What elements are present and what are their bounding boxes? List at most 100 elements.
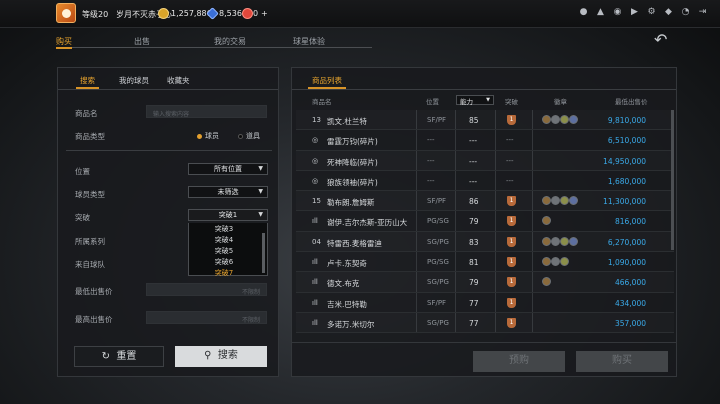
medal-icon — [551, 236, 560, 246]
min-price-input[interactable]: 不限制 — [146, 283, 267, 296]
shield-icon[interactable]: ◆ — [663, 6, 674, 19]
gold-coin-icon — [158, 8, 169, 19]
people-icon[interactable]: ◉ — [612, 6, 623, 19]
tab-star-experience[interactable]: 球星体验 — [293, 34, 325, 48]
table-row[interactable]: 15 勒布朗.詹姆斯 SF/PF 86 1 11,300,000 — [296, 191, 674, 212]
row-ability: 79 — [469, 278, 479, 288]
row-position: --- — [427, 176, 435, 185]
player-type-select[interactable]: 未筛选 ▼ — [188, 186, 268, 198]
gear-icon[interactable]: ⚙ — [646, 6, 657, 19]
preorder-button[interactable]: 预购 — [473, 351, 565, 372]
table-row[interactable]: ıll 德文.布克 SG/PG 79 1 466,000 — [296, 272, 674, 293]
col-name[interactable]: 商品名 — [312, 96, 332, 106]
row-name: 死神降临(碎片) — [327, 157, 378, 167]
breakthrough-badge-icon: 1 — [507, 277, 516, 288]
back-arrow-icon[interactable]: ↶ — [654, 30, 678, 49]
table-row[interactable]: 04 特雷西.麦格雷迪 SG/PG 83 1 6,270,000 — [296, 232, 674, 253]
type-player-label: 球员 — [205, 132, 219, 140]
table-row[interactable]: 13 凯文.杜兰特 SF/PF 85 1 9,810,000 — [296, 110, 674, 131]
table-row[interactable]: ◎ 狼族领袖(碎片) --- --- --- 1,680,000 — [296, 171, 674, 192]
medal-icon — [542, 196, 551, 206]
row-position: --- — [427, 156, 435, 165]
item-name-input[interactable]: 输入搜索内容 — [146, 105, 267, 118]
main-tabs: 购买 出售 我的交易 球星体验 — [56, 34, 372, 49]
medal-icon — [560, 236, 569, 246]
product-table: 13 凯文.杜兰特 SF/PF 85 1 9,810,000 ◎ 雷霆万钧(碎片) --- ---… — [296, 110, 674, 334]
table-row[interactable]: ◎ 雷霆万钧(碎片) --- --- --- 6,510,000 — [296, 130, 674, 151]
row-name: 德文.布克 — [327, 279, 360, 289]
type-player-radio[interactable]: 球员 — [197, 131, 219, 141]
breakthrough-badge-icon: 1 — [507, 115, 516, 125]
divider — [66, 150, 272, 151]
search-button[interactable]: ⚲ 搜索 — [175, 346, 267, 367]
table-row[interactable]: ıll 多诺万.米切尔 SG/PG 77 1 357,000 — [296, 313, 674, 334]
tab-my-trades[interactable]: 我的交易 — [214, 34, 246, 48]
table-row[interactable]: ıll 吉米.巴特勒 SF/PF 77 1 434,000 — [296, 293, 674, 313]
row-prefix: ◎ — [312, 136, 319, 145]
dropdown-option[interactable]: 突破3 — [189, 224, 259, 234]
row-ability: --- — [469, 136, 478, 146]
row-price: 1,090,000 — [607, 258, 646, 268]
subtab-my-players[interactable]: 我的球员 — [119, 75, 149, 86]
row-position: PG/SG — [427, 217, 449, 226]
col-position[interactable]: 位置 — [426, 96, 439, 106]
product-list-scrollbar[interactable] — [671, 110, 674, 250]
row-ability: --- — [469, 176, 478, 186]
medal-icon — [569, 196, 578, 206]
col-ability: 能力 — [460, 98, 473, 106]
dropdown-option-highlighted[interactable]: 突破7 — [189, 268, 259, 278]
exit-icon[interactable]: ⇥ — [697, 6, 708, 19]
user-icon[interactable]: ● — [578, 6, 589, 19]
max-price-input[interactable]: 不限制 — [146, 311, 267, 324]
product-list-footer: 预购 购买 — [292, 342, 676, 376]
breakthrough-badge-icon: 1 — [507, 216, 516, 227]
tab-buy[interactable]: 购买 — [56, 34, 72, 49]
subtab-search[interactable]: 搜索 — [76, 75, 99, 89]
bell-icon[interactable]: ▲ — [595, 6, 606, 19]
row-price: 434,000 — [614, 298, 646, 308]
reset-icon: ↻ — [101, 351, 117, 362]
product-list-title: 商品列表 — [308, 76, 346, 89]
row-name: 雷霆万钧(碎片) — [327, 137, 378, 147]
medal-icon — [560, 257, 569, 267]
avatar[interactable] — [56, 3, 76, 23]
row-position: SG/PG — [427, 318, 449, 327]
position-select[interactable]: 所有位置 ▼ — [188, 163, 268, 175]
col-ability-sort[interactable]: 能力 ▼ — [456, 95, 494, 106]
row-breakthrough: --- — [506, 176, 514, 185]
row-price: 816,000 — [614, 217, 646, 227]
add-currency-button[interactable]: + — [261, 9, 268, 18]
table-row[interactable]: ◎ 死神降临(碎片) --- --- --- 14,950,000 — [296, 151, 674, 171]
row-price: 1,680,000 — [607, 176, 646, 186]
tab-sell[interactable]: 出售 — [134, 34, 150, 48]
dropdown-option[interactable]: 突破6 — [189, 257, 259, 267]
table-row[interactable]: ıll 谢伊.吉尔杰斯-亚历山大 PG/SG 79 1 816,000 — [296, 211, 674, 232]
col-price[interactable]: 最低出售价 — [615, 96, 648, 106]
medal-icon — [551, 257, 560, 267]
dropdown-option[interactable]: 突破5 — [189, 246, 259, 256]
points-amount: 8,536 — [219, 9, 242, 18]
dropdown-scrollbar[interactable] — [262, 233, 265, 273]
row-name: 卢卡.东契奇 — [327, 259, 367, 269]
player-type-label: 球员类型 — [75, 190, 105, 199]
dropdown-option[interactable]: 突破4 — [189, 235, 259, 245]
row-name: 多诺万.米切尔 — [327, 319, 375, 329]
type-prop-radio[interactable]: 道具 — [238, 131, 260, 141]
row-position: SG/PG — [427, 278, 449, 287]
row-price: 9,810,000 — [607, 116, 646, 125]
level-text: 等级20 — [82, 10, 109, 19]
row-ability: 81 — [469, 258, 479, 268]
team-label: 来自球队 — [75, 260, 105, 269]
medal-icon — [560, 115, 569, 124]
breakthrough-select[interactable]: 突破1 ▼ — [188, 209, 268, 221]
col-honor[interactable]: 徽章 — [554, 96, 567, 106]
subtab-favorites[interactable]: 收藏夹 — [167, 75, 190, 86]
row-ability: 86 — [469, 197, 479, 207]
item-type-label: 商品类型 — [75, 132, 105, 141]
video-icon[interactable]: ▶ — [629, 6, 640, 19]
col-breakthrough[interactable]: 突破 — [505, 96, 518, 106]
headset-icon[interactable]: ◔ — [680, 6, 691, 19]
reset-button[interactable]: ↻ 重置 — [74, 346, 164, 367]
buy-button[interactable]: 购买 — [576, 351, 668, 372]
table-row[interactable]: ıll 卢卡.东契奇 PG/SG 81 1 1,090,000 — [296, 252, 674, 273]
